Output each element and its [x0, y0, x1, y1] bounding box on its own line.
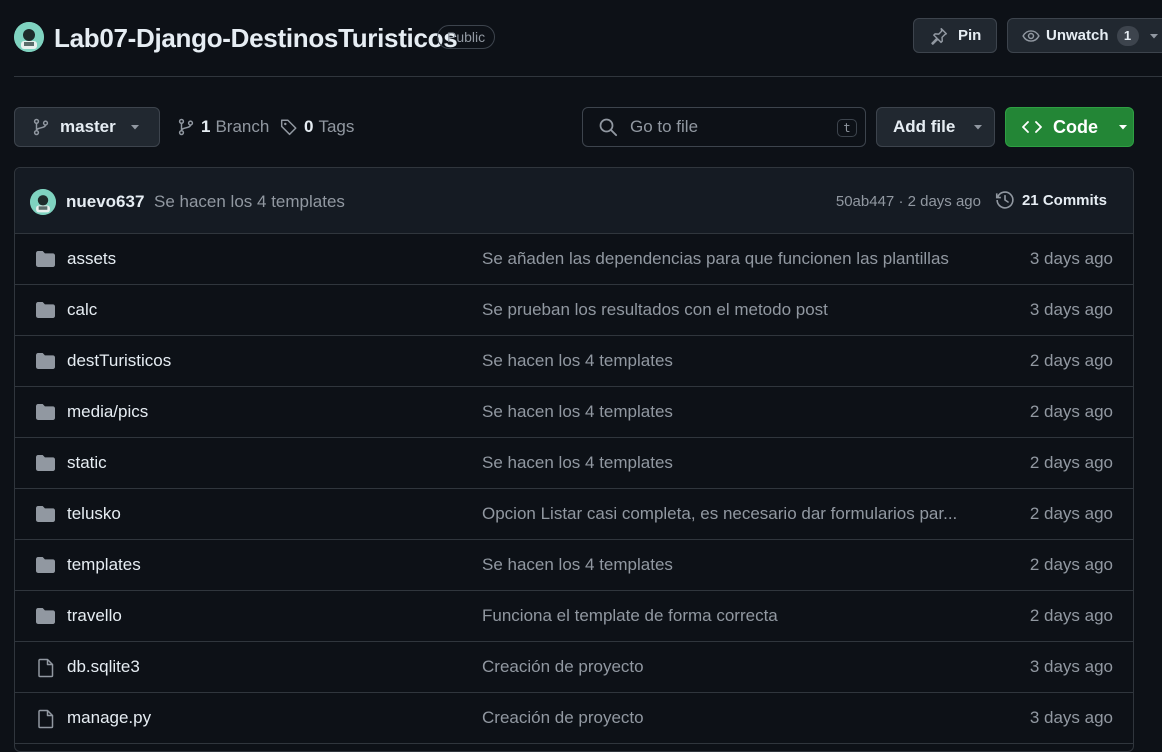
last-commit-age: 3 days ago — [1029, 708, 1113, 727]
pin-label: Pin — [958, 27, 982, 44]
folder-icon — [35, 556, 56, 574]
commit-author[interactable]: nuevo637 — [66, 192, 144, 212]
tag-label: Tags — [318, 117, 355, 136]
unwatch-label: Unwatch — [1046, 27, 1109, 44]
file-name-link[interactable]: media/pics — [67, 402, 148, 422]
file-name-link[interactable]: manage.py — [67, 708, 151, 728]
last-commit-age: 2 days ago — [1029, 402, 1113, 421]
last-commit-age: 2 days ago — [1029, 453, 1113, 472]
file-list: assets Se añaden las dependencias para qu… — [15, 234, 1133, 744]
file-name-link[interactable]: assets — [67, 249, 116, 269]
last-commit-age: 2 days ago — [1029, 351, 1113, 370]
file-row[interactable]: calc Se prueban los resultados con el met… — [15, 285, 1133, 336]
folder-icon — [35, 454, 56, 472]
watch-count: 1 — [1116, 25, 1139, 46]
history-icon — [995, 190, 1015, 210]
code-label: Code — [1053, 116, 1098, 137]
branch-count: 1 — [201, 117, 211, 136]
code-button[interactable]: Code — [1005, 107, 1134, 147]
file-row[interactable]: templates Se hacen los 4 templates 2 days … — [15, 540, 1133, 591]
file-icon — [37, 709, 55, 729]
last-commit-message-link[interactable]: Se hacen los 4 templates — [482, 402, 673, 422]
branch-icon — [177, 118, 195, 136]
keyboard-shortcut: t — [837, 119, 857, 137]
folder-icon — [35, 250, 56, 268]
file-icon — [37, 658, 55, 678]
file-row[interactable]: destTuristicos Se hacen los 4 templates 2 … — [15, 336, 1133, 387]
chevron-down-icon — [1149, 31, 1159, 41]
file-row[interactable]: telusko Opcion Listar casi completa, es n… — [15, 489, 1133, 540]
go-to-file-search[interactable]: t — [582, 107, 866, 147]
folder-icon — [35, 607, 56, 625]
last-commit-message-link[interactable]: Se hacen los 4 templates — [482, 555, 673, 575]
tags-link[interactable]: 0 Tags — [280, 117, 354, 137]
file-row[interactable]: media/pics Se hacen los 4 templates 2 days… — [15, 387, 1133, 438]
last-commit-age: 3 days ago — [1029, 249, 1113, 268]
last-commit-message-link[interactable]: Creación de proyecto — [482, 708, 644, 728]
last-commit-message-link[interactable]: Se hacen los 4 templates — [482, 453, 673, 473]
latest-commit-bar: nuevo637 Se hacen los 4 templates 50ab44… — [15, 168, 1133, 234]
owner-avatar[interactable] — [14, 22, 44, 52]
search-input[interactable] — [628, 116, 832, 138]
file-row[interactable]: db.sqlite3 Creación de proyecto 3 days ago — [15, 642, 1133, 693]
file-name-link[interactable]: templates — [67, 555, 141, 575]
branches-link[interactable]: 1 Branch — [177, 117, 269, 137]
last-commit-message-link[interactable]: Se hacen los 4 templates — [482, 351, 673, 371]
search-icon — [598, 117, 618, 137]
header-divider — [14, 76, 1162, 77]
branch-selector[interactable]: master — [14, 107, 160, 147]
commit-message[interactable]: Se hacen los 4 templates — [154, 192, 345, 212]
file-name-link[interactable]: db.sqlite3 — [67, 657, 140, 677]
file-browser: nuevo637 Se hacen los 4 templates 50ab44… — [14, 167, 1134, 752]
tag-count: 0 — [304, 117, 314, 136]
file-name-link[interactable]: destTuristicos — [67, 351, 171, 371]
last-commit-age: 2 days ago — [1029, 606, 1113, 625]
file-name-link[interactable]: static — [67, 453, 107, 473]
author-avatar[interactable] — [30, 189, 56, 215]
file-row[interactable]: assets Se añaden las dependencias para qu… — [15, 234, 1133, 285]
last-commit-message-link[interactable]: Opcion Listar casi completa, es necesari… — [482, 504, 957, 524]
branch-name: master — [60, 117, 116, 136]
folder-icon — [35, 301, 56, 319]
branch-icon — [32, 118, 50, 136]
branch-label: Branch — [215, 117, 270, 136]
file-row[interactable]: static Se hacen los 4 templates 2 days ago — [15, 438, 1133, 489]
unwatch-button[interactable]: Unwatch 1 — [1007, 18, 1162, 53]
code-icon — [1021, 118, 1043, 136]
last-commit-message-link[interactable]: Se prueban los resultados con el metodo … — [482, 300, 828, 320]
folder-icon — [35, 403, 56, 421]
last-commit-age: 3 days ago — [1029, 657, 1113, 676]
file-row[interactable]: travello Funciona el template de forma co… — [15, 591, 1133, 642]
add-file-label: Add file — [893, 117, 956, 136]
folder-icon — [35, 352, 56, 370]
pin-button[interactable]: Pin — [913, 18, 997, 53]
chevron-down-icon — [130, 122, 140, 132]
chevron-down-icon — [1118, 122, 1128, 132]
file-name-link[interactable]: telusko — [67, 504, 121, 524]
last-commit-age: 3 days ago — [1029, 300, 1113, 319]
visibility-badge: Public — [437, 25, 496, 49]
last-commit-age: 2 days ago — [1029, 504, 1113, 523]
chevron-down-icon — [973, 122, 983, 132]
commits-label: 21 Commits — [1021, 191, 1107, 209]
file-row[interactable]: manage.py Creación de proyecto 3 days ago — [15, 693, 1133, 744]
eye-icon — [1022, 27, 1040, 45]
last-commit-message-link[interactable]: Creación de proyecto — [482, 657, 644, 677]
tag-icon — [280, 118, 298, 136]
last-commit-message-link[interactable]: Funciona el template de forma correcta — [482, 606, 778, 626]
add-file-button[interactable]: Add file — [876, 107, 995, 147]
last-commit-message-link[interactable]: Se añaden las dependencias para que func… — [482, 249, 949, 269]
repo-name[interactable]: Lab07-Django-DestinosTuristicos — [54, 22, 458, 54]
file-name-link[interactable]: calc — [67, 300, 97, 320]
repo-header: Lab07-Django-DestinosTuristicos Public P… — [0, 0, 1162, 76]
last-commit-age: 2 days ago — [1029, 555, 1113, 574]
commits-history-link[interactable]: 21 Commits — [995, 190, 1107, 210]
pin-icon — [930, 27, 948, 45]
folder-icon — [35, 505, 56, 523]
file-name-link[interactable]: travello — [67, 606, 122, 626]
commit-hash-and-age[interactable]: 50ab447 · 2 days ago — [836, 193, 981, 210]
